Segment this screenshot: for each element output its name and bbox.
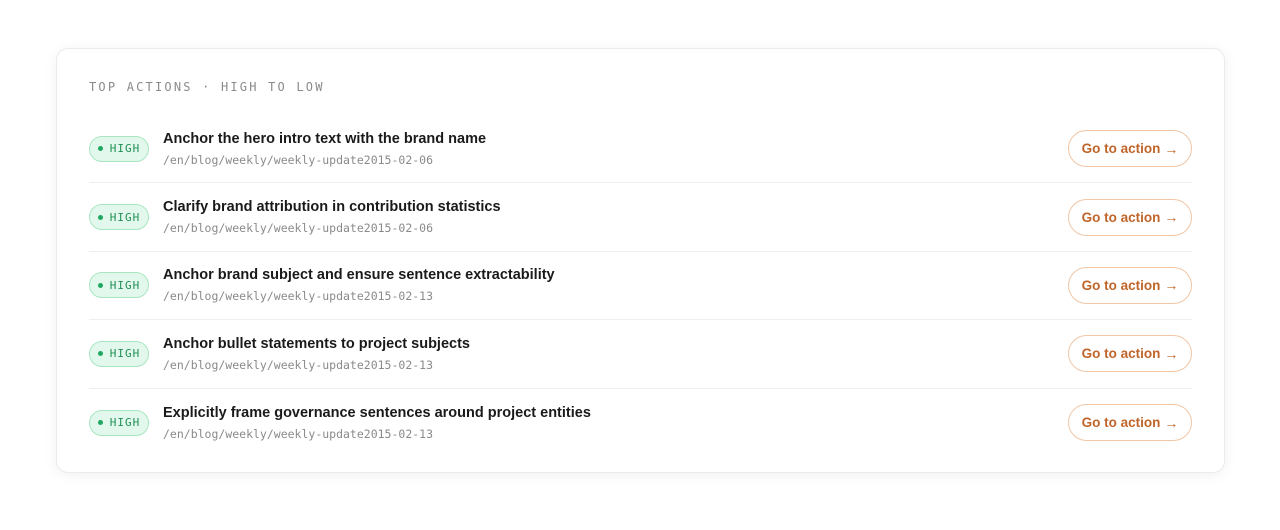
- status-dot-icon: [97, 420, 103, 426]
- go-to-action-label: Go to action: [1081, 277, 1161, 293]
- go-to-action-label: Go to action: [1081, 209, 1161, 225]
- priority-badge: HIGH: [89, 409, 149, 436]
- status-dot-icon: [97, 351, 103, 357]
- go-to-action-label: Go to action: [1081, 141, 1161, 157]
- action-title: Anchor the hero intro text with the bran…: [163, 130, 487, 147]
- go-to-action-label: Go to action: [1081, 346, 1161, 362]
- action-title: Explicitly frame governance sentences ar…: [163, 404, 591, 421]
- action-row: HIGH Explicitly frame governance sentenc…: [89, 389, 1192, 457]
- arrow-right-icon: →: [1164, 345, 1179, 362]
- go-to-action-button[interactable]: Go to action →: [1068, 130, 1192, 168]
- priority-label: HIGH: [109, 142, 141, 156]
- priority-badge: HIGH: [89, 340, 149, 367]
- go-to-action-button[interactable]: Go to action →: [1068, 266, 1192, 304]
- action-row: HIGH Anchor the hero intro text with the…: [89, 115, 1192, 184]
- panel-title: TOP ACTIONS · HIGH TO LOW: [89, 80, 325, 94]
- action-text: Anchor brand subject and ensure sentence…: [163, 267, 1068, 303]
- go-to-action-button[interactable]: Go to action →: [1068, 404, 1192, 442]
- action-path: /en/blog/weekly/weekly-update2015-02-06: [163, 221, 434, 236]
- action-row: HIGH Anchor brand subject and ensure sen…: [89, 252, 1192, 321]
- status-dot-icon: [97, 282, 103, 288]
- priority-label: HIGH: [109, 347, 141, 361]
- go-to-action-button[interactable]: Go to action →: [1068, 198, 1192, 236]
- action-text: Anchor bullet statements to project subj…: [163, 336, 1068, 372]
- priority-label: HIGH: [109, 210, 141, 224]
- action-title: Clarify brand attribution in contributio…: [163, 199, 501, 216]
- action-path: /en/blog/weekly/weekly-update2015-02-13: [163, 289, 434, 304]
- actions-list: HIGH Anchor the hero intro text with the…: [89, 115, 1192, 457]
- arrow-right-icon: →: [1164, 209, 1179, 226]
- action-path: /en/blog/weekly/weekly-update2015-02-06: [163, 152, 434, 167]
- action-row: HIGH Clarify brand attribution in contri…: [89, 183, 1192, 252]
- status-dot-icon: [97, 146, 103, 152]
- go-to-action-label: Go to action: [1081, 415, 1161, 431]
- action-path: /en/blog/weekly/weekly-update2015-02-13: [163, 426, 434, 441]
- action-text: Clarify brand attribution in contributio…: [163, 199, 1068, 235]
- status-dot-icon: [97, 214, 103, 220]
- action-title: Anchor bullet statements to project subj…: [163, 335, 470, 352]
- arrow-right-icon: →: [1164, 414, 1179, 431]
- action-text: Explicitly frame governance sentences ar…: [163, 405, 1068, 441]
- priority-badge: HIGH: [89, 204, 149, 231]
- action-text: Anchor the hero intro text with the bran…: [163, 131, 1068, 167]
- priority-badge: HIGH: [89, 135, 149, 162]
- go-to-action-button[interactable]: Go to action →: [1068, 335, 1192, 373]
- action-path: /en/blog/weekly/weekly-update2015-02-13: [163, 357, 434, 372]
- arrow-right-icon: →: [1164, 277, 1179, 294]
- priority-badge: HIGH: [89, 272, 149, 299]
- priority-label: HIGH: [109, 278, 141, 292]
- top-actions-panel: TOP ACTIONS · HIGH TO LOW HIGH Anchor th…: [56, 48, 1225, 473]
- priority-label: HIGH: [109, 416, 141, 430]
- arrow-right-icon: →: [1164, 140, 1179, 157]
- action-title: Anchor brand subject and ensure sentence…: [163, 267, 555, 284]
- action-row: HIGH Anchor bullet statements to project…: [89, 320, 1192, 389]
